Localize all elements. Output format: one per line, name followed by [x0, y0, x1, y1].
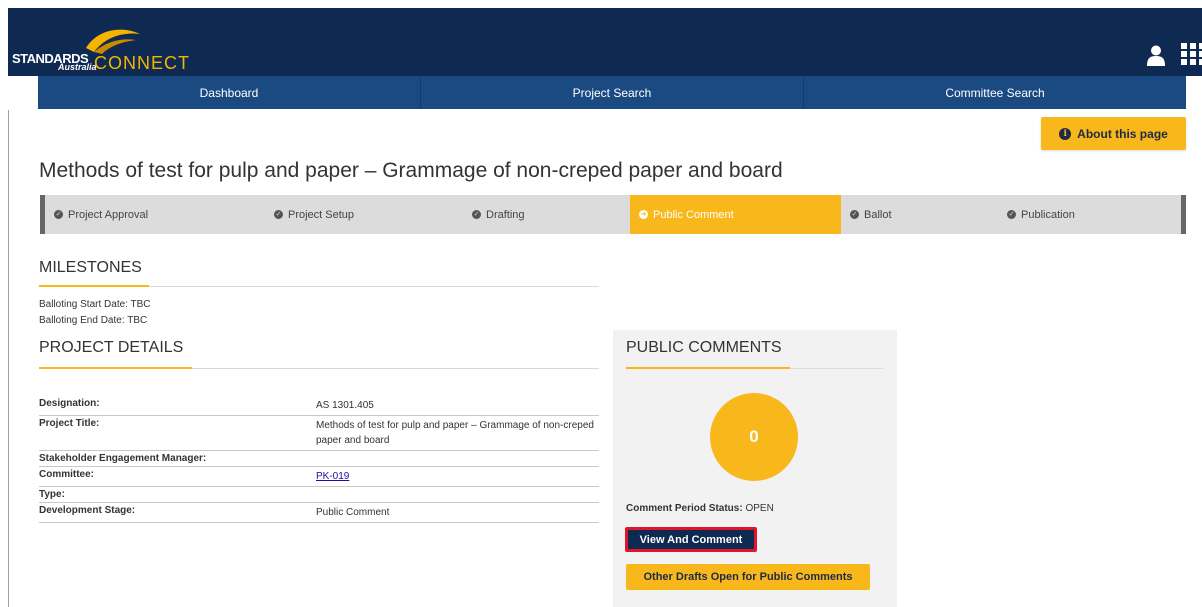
standards-connect-logo[interactable]: STANDARDS Australia CONNECT	[12, 26, 212, 73]
step-ballot[interactable]: ✓ Ballot	[841, 195, 998, 234]
step-publication[interactable]: ✓ Publication	[998, 195, 1181, 234]
about-page-label: About this page	[1077, 126, 1168, 141]
milestones-underline	[39, 285, 149, 287]
step-drafting[interactable]: ✓ Drafting	[463, 195, 630, 234]
logo-australia-text: Australia	[58, 62, 97, 72]
designation-value: AS 1301.405	[316, 400, 374, 411]
designation-label: Designation:	[39, 398, 100, 409]
step-label: Drafting	[486, 208, 525, 221]
development-stage-label: Development Stage:	[39, 505, 136, 516]
left-border	[8, 110, 9, 607]
top-header: STANDARDS Australia CONNECT	[8, 8, 1202, 76]
project-title-label: Project Title:	[39, 418, 100, 429]
step-project-approval[interactable]: ✓ Project Approval	[45, 195, 265, 234]
page-title: Methods of test for pulp and paper – Gra…	[39, 159, 783, 182]
public-comments-underline	[626, 367, 790, 369]
check-circle-icon: ✓	[54, 210, 63, 219]
project-details-underline	[39, 367, 192, 369]
nav-committee-search[interactable]: Committee Search	[804, 76, 1186, 109]
ballot-end-date: Balloting End Date: TBC	[39, 315, 148, 326]
type-value	[316, 487, 599, 502]
milestones-heading: MILESTONES	[39, 259, 142, 276]
project-title-value: Methods of test for pulp and paper – Gra…	[316, 420, 594, 446]
stage-stepper: ✓ Project Approval ✓ Project Setup ✓ Dra…	[40, 195, 1186, 234]
check-circle-icon: ✓	[850, 210, 859, 219]
step-public-comment[interactable]: ➜ Public Comment	[630, 195, 841, 234]
step-project-setup[interactable]: ✓ Project Setup	[265, 195, 463, 234]
check-circle-icon: ✓	[1007, 210, 1016, 219]
table-row: Committee: PK-019	[39, 467, 599, 487]
sem-value	[316, 451, 599, 466]
table-row: Designation: AS 1301.405	[39, 396, 599, 416]
ballot-start-date: Balloting Start Date: TBC	[39, 299, 151, 310]
main-nav: Dashboard Project Search Committee Searc…	[38, 76, 1186, 109]
table-row: Type:	[39, 487, 599, 503]
app-frame: STANDARDS Australia CONNECT Dashboard Pr…	[0, 0, 1202, 607]
step-label: Public Comment	[653, 208, 734, 221]
step-label: Project Setup	[288, 208, 355, 221]
other-drafts-button[interactable]: Other Drafts Open for Public Comments	[626, 564, 870, 590]
logo-swoosh-icon	[86, 29, 140, 54]
table-row: Stakeholder Engagement Manager:	[39, 451, 599, 467]
table-row: Development Stage: Public Comment	[39, 503, 599, 523]
step-label: Project Approval	[68, 208, 149, 221]
step-label: Ballot	[864, 208, 892, 221]
apps-grid-icon[interactable]	[1181, 43, 1202, 65]
nav-project-search[interactable]: Project Search	[421, 76, 804, 109]
comment-period-status: Comment Period Status: OPEN	[626, 503, 774, 514]
project-details-table: Designation: AS 1301.405 Project Title: …	[39, 396, 599, 523]
project-details-heading: PROJECT DETAILS	[39, 339, 184, 356]
nav-dashboard[interactable]: Dashboard	[38, 76, 421, 109]
comment-status-label: Comment Period Status:	[626, 503, 743, 514]
type-label: Type:	[39, 489, 65, 500]
committee-value: PK-019	[316, 467, 599, 486]
about-page-button[interactable]: i About this page	[1041, 117, 1186, 150]
check-circle-icon: ✓	[274, 210, 283, 219]
user-icon[interactable]	[1147, 45, 1165, 67]
public-comments-heading: PUBLIC COMMENTS	[626, 339, 782, 356]
step-label: Publication	[1021, 208, 1075, 221]
development-stage-value: Public Comment	[316, 507, 390, 518]
table-row: Project Title: Methods of test for pulp …	[39, 416, 599, 451]
comment-count-badge: 0	[710, 393, 798, 481]
committee-link[interactable]: PK-019	[316, 471, 349, 482]
committee-label: Committee:	[39, 469, 95, 480]
arrow-circle-icon: ➜	[639, 210, 648, 219]
info-icon: i	[1059, 127, 1072, 140]
logo-connect-text: CONNECT	[94, 53, 190, 73]
check-circle-icon: ✓	[472, 210, 481, 219]
sem-label: Stakeholder Engagement Manager:	[39, 453, 207, 464]
view-and-comment-button[interactable]: View And Comment	[625, 527, 757, 552]
comment-status-value: OPEN	[745, 503, 774, 514]
public-comments-panel: PUBLIC COMMENTS 0 Comment Period Status:…	[613, 330, 897, 607]
